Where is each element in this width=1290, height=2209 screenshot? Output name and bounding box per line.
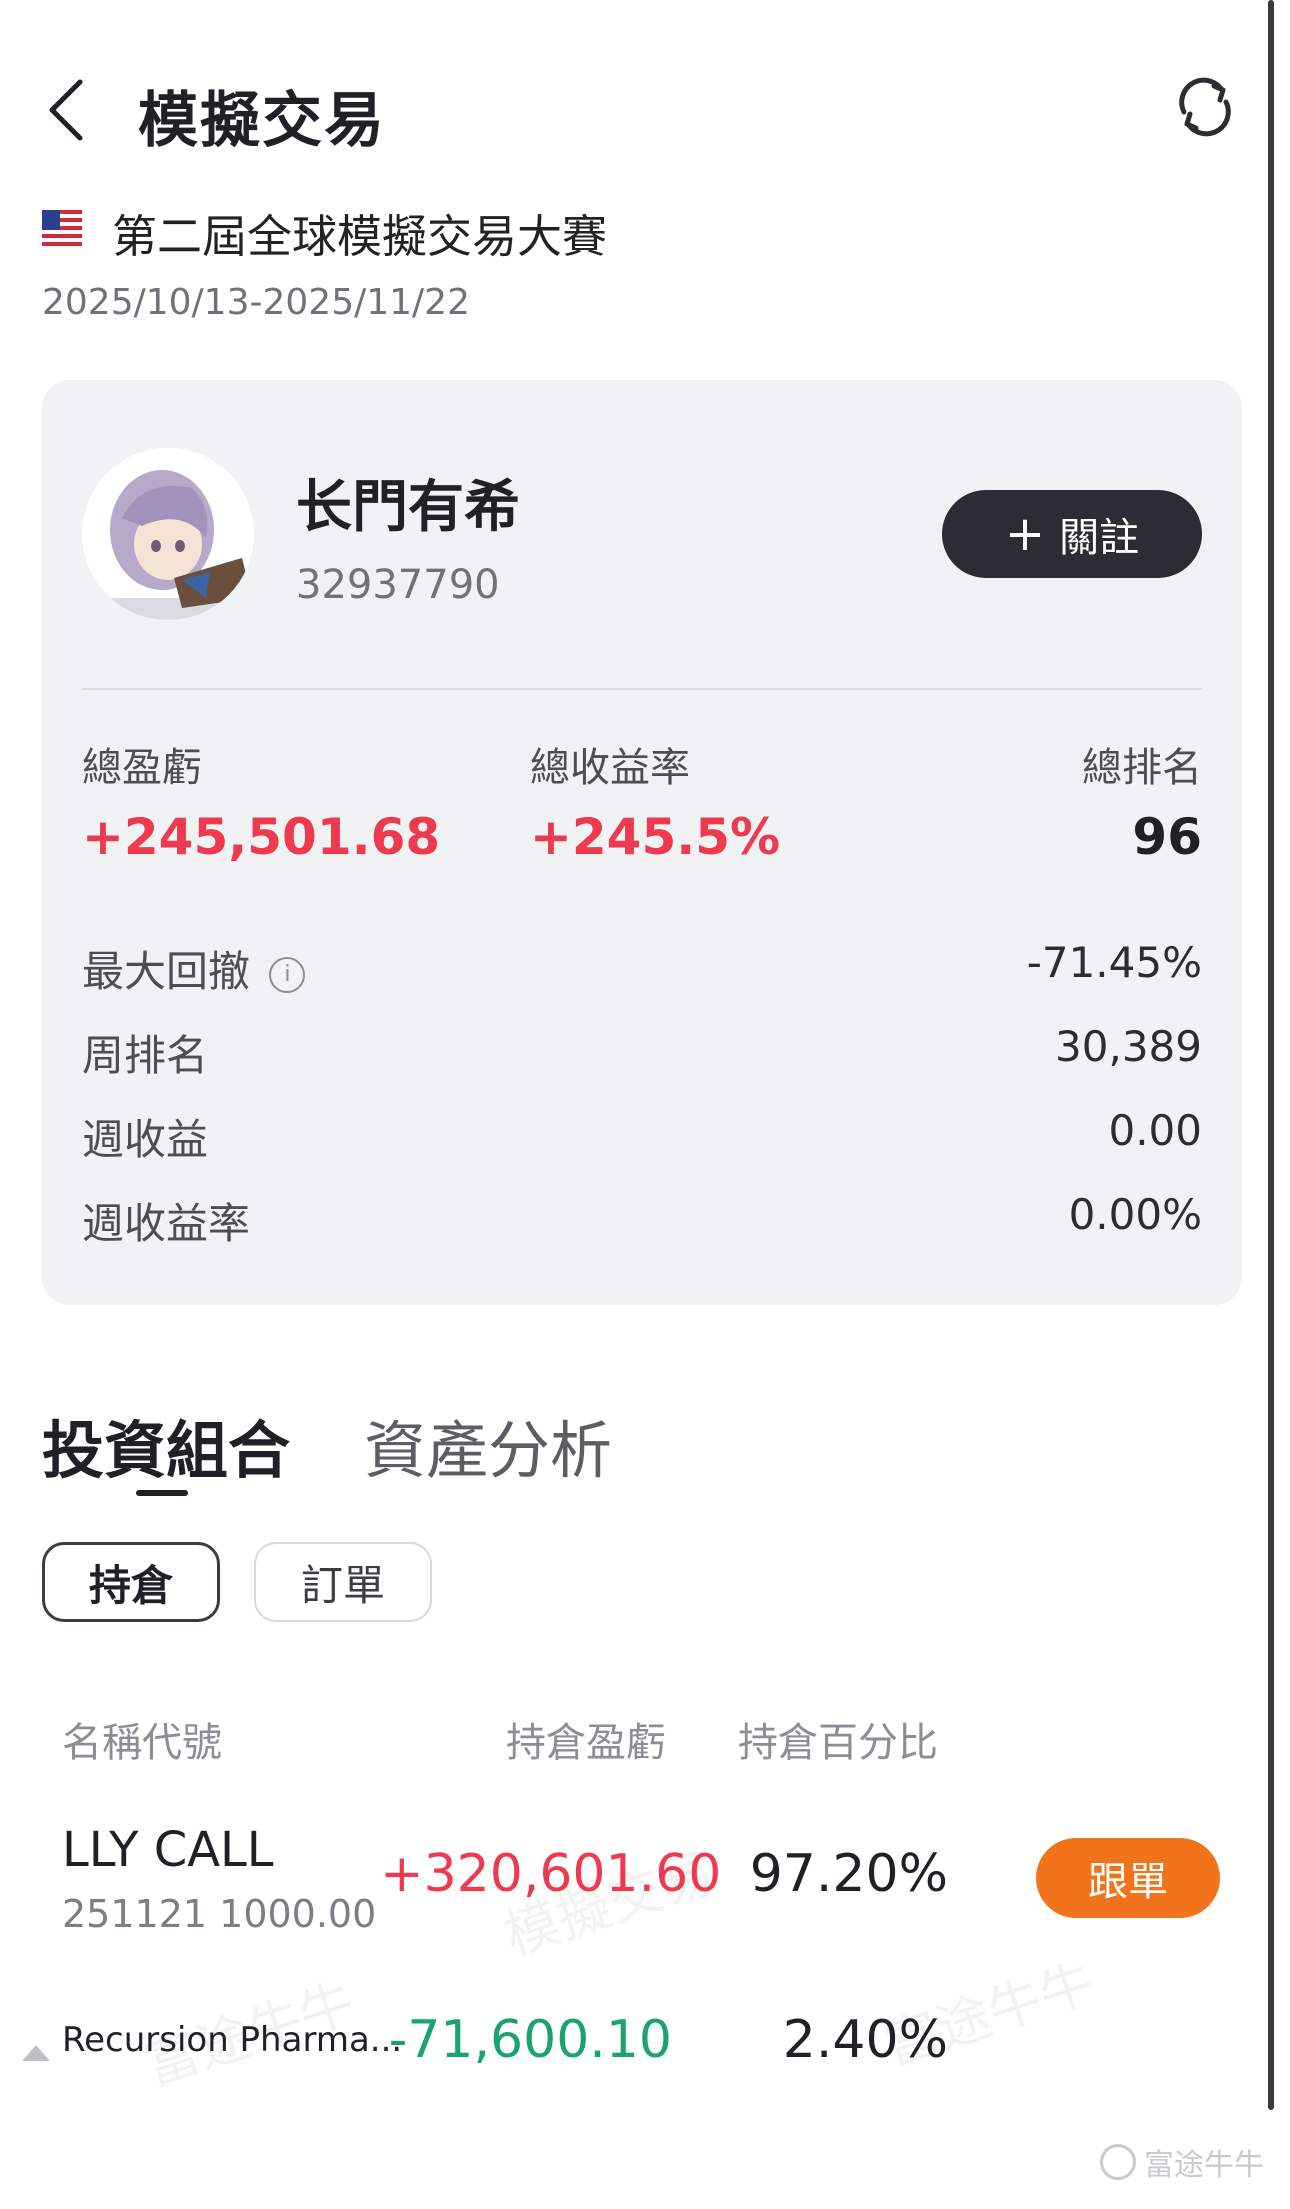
contest-dates: 2025/10/13-2025/11/22: [42, 282, 470, 323]
app-logo-icon: [1100, 2144, 1136, 2180]
scroll-up-icon[interactable]: [22, 2045, 50, 2061]
week-pl-value: 0.00: [1108, 1106, 1202, 1155]
week-rank-label: 周排名: [82, 1031, 209, 1080]
week-pl-label: 週收益: [82, 1115, 209, 1164]
col-name-header: 名稱代號: [62, 1720, 222, 1766]
week-return-label: 週收益率: [82, 1199, 251, 1248]
tab-analysis[interactable]: 資產分析: [364, 1400, 612, 1490]
total-pl-value: +245,501.68: [82, 808, 441, 866]
divider: [82, 688, 1202, 690]
page-title: 模擬交易: [138, 86, 386, 156]
refresh-icon: [1179, 77, 1231, 137]
week-rank-value: 30,389: [1055, 1022, 1202, 1071]
chevron-left-icon: [49, 79, 83, 141]
total-rank-label: 總排名: [1082, 745, 1202, 791]
total-pl-label: 總盈虧: [82, 745, 202, 791]
max-drawdown-label: 最大回撤 i: [82, 938, 306, 999]
subtab-orders[interactable]: 訂單: [254, 1542, 432, 1622]
position-pl: -71,600.10: [388, 2010, 672, 2070]
follow-label: 關註: [1059, 515, 1140, 561]
tab-indicator: [136, 1490, 188, 1496]
follow-order-button[interactable]: 跟單: [1036, 1838, 1220, 1918]
total-rank-value: 96: [1132, 808, 1202, 866]
subtab-holdings[interactable]: 持倉: [42, 1542, 220, 1622]
scrollbar[interactable]: [1268, 0, 1274, 2110]
plus-icon: +: [1004, 506, 1046, 562]
us-flag-icon: [42, 210, 82, 248]
refresh-button[interactable]: [1170, 72, 1240, 142]
user-id: 32937790: [296, 562, 500, 608]
total-return-value: +245.5%: [530, 808, 781, 866]
position-pl: +320,601.60: [380, 1844, 722, 1904]
tab-portfolio[interactable]: 投資組合: [42, 1400, 290, 1490]
week-return-value: 0.00%: [1068, 1190, 1202, 1239]
max-drawdown-value: -71.45%: [1026, 938, 1202, 987]
position-sub: 251121 1000.00: [62, 1892, 377, 1936]
total-return-label: 總收益率: [530, 745, 690, 791]
avatar[interactable]: [82, 448, 254, 620]
contest-title: 第二屆全球模擬交易大賽: [112, 210, 608, 263]
position-name[interactable]: Recursion Pharma...: [62, 2020, 402, 2060]
position-pct: 97.20%: [749, 1844, 948, 1904]
col-pl-header: 持倉盈虧: [506, 1720, 666, 1766]
follow-button[interactable]: + 關註: [942, 490, 1202, 578]
brand-watermark: 富途牛牛: [1100, 2140, 1264, 2184]
back-button[interactable]: [38, 70, 98, 150]
position-pct: 2.40%: [782, 2010, 948, 2070]
position-name[interactable]: LLY CALL: [62, 1822, 274, 1878]
user-name: 长門有希: [296, 475, 520, 540]
col-pct-header: 持倉百分比: [738, 1720, 938, 1766]
info-icon[interactable]: i: [269, 956, 306, 993]
